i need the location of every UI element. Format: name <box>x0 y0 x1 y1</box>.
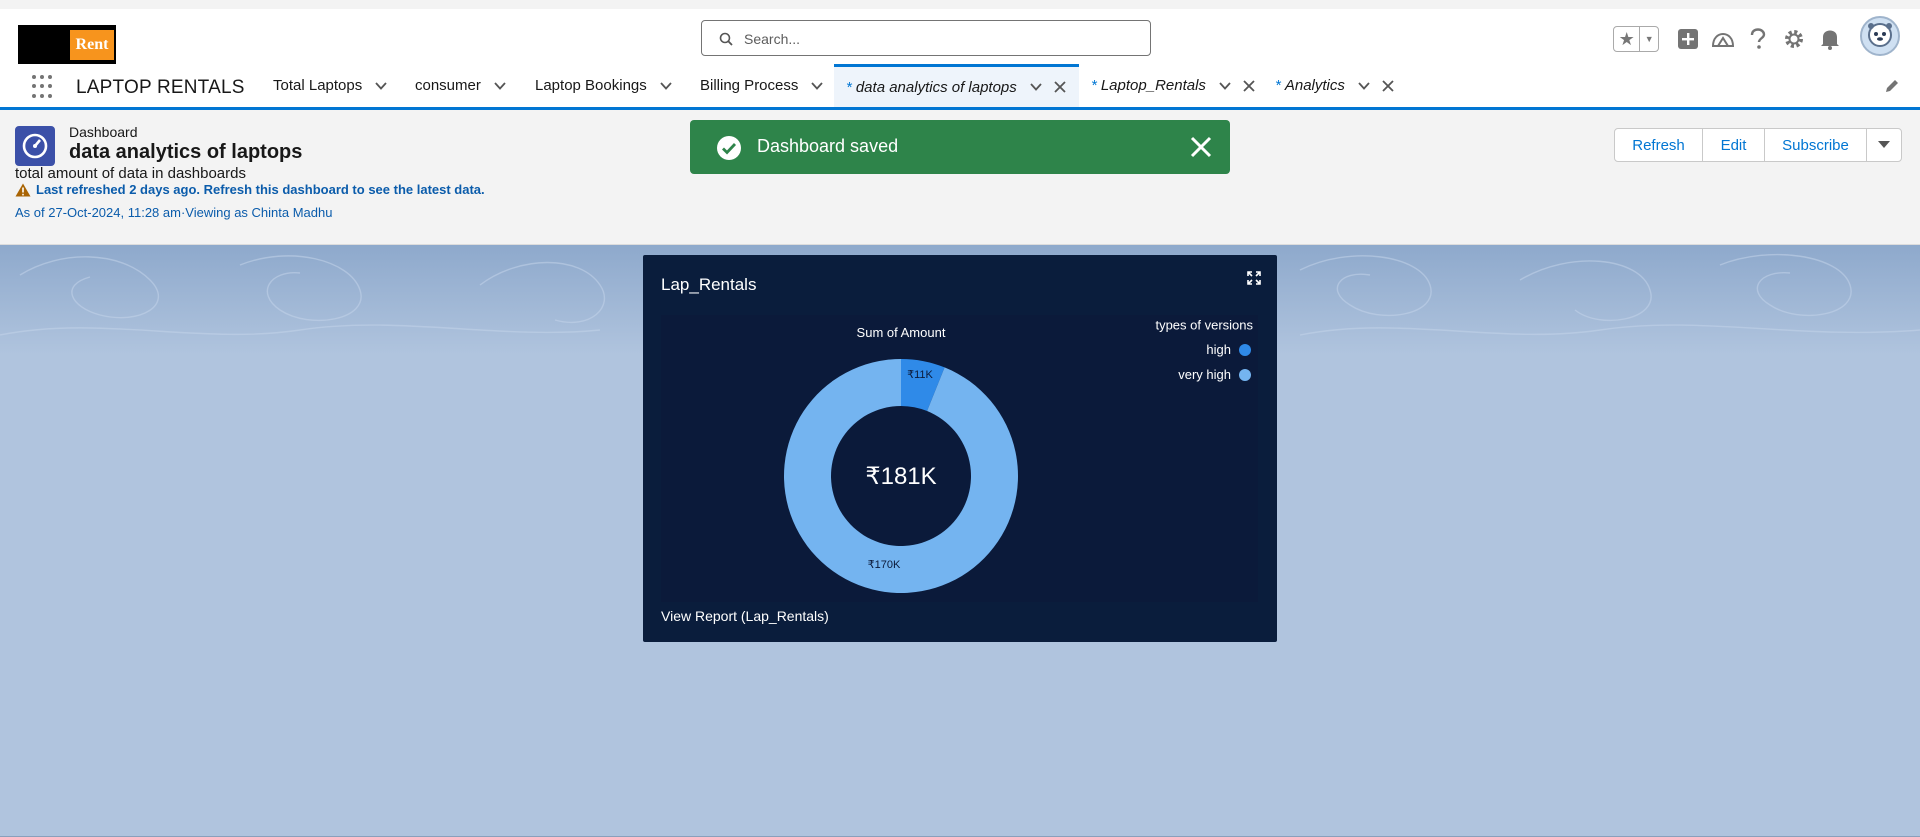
notifications-button[interactable] <box>1816 25 1844 53</box>
chevron-down-icon[interactable] <box>810 79 824 93</box>
brand-logo-text: Rent <box>70 30 114 60</box>
legend-swatch <box>1239 369 1251 381</box>
donut-chart-container: Sum of Amount ₹181K ₹11K ₹170K types of v… <box>661 315 1258 602</box>
more-actions-button[interactable] <box>1867 129 1901 161</box>
refresh-warning: Last refreshed 2 days ago. Refresh this … <box>15 182 485 197</box>
warning-icon <box>15 183 31 196</box>
app-launcher-icon[interactable] <box>32 75 56 99</box>
bell-icon <box>1821 30 1839 50</box>
refresh-warning-text: Last refreshed 2 days ago. Refresh this … <box>36 182 485 197</box>
chevron-down-icon <box>1878 141 1890 148</box>
star-icon: ★ <box>1614 27 1641 51</box>
donut-chart: Sum of Amount ₹181K ₹11K ₹170K types of v… <box>784 318 1253 593</box>
legend-item-label[interactable]: very high <box>1178 367 1231 382</box>
chevron-down-icon[interactable]: ▼ <box>1640 27 1658 51</box>
trailhead-icon <box>1711 32 1735 47</box>
tab-laptop-bookings[interactable]: Laptop Bookings <box>535 64 673 107</box>
close-icon[interactable] <box>1190 136 1212 158</box>
success-toast: Dashboard saved <box>690 120 1230 174</box>
widget-title: Lap_Rentals <box>661 275 757 294</box>
tab-analytics[interactable]: * Analytics <box>1275 64 1395 107</box>
toast-message: Dashboard saved <box>757 136 899 156</box>
search-icon <box>719 32 733 46</box>
legend-swatch <box>1239 344 1251 356</box>
page-title: data analytics of laptops <box>69 141 303 163</box>
subscribe-button[interactable]: Subscribe <box>1765 129 1867 161</box>
chevron-down-icon[interactable] <box>659 79 673 93</box>
favorites-button[interactable]: ★ ▼ <box>1613 26 1659 52</box>
search-input[interactable] <box>744 27 1134 51</box>
dashboard-icon <box>15 126 55 166</box>
help-button[interactable] <box>1744 25 1772 53</box>
close-icon[interactable] <box>1242 79 1256 93</box>
chart-title: Sum of Amount <box>857 325 946 340</box>
success-check-icon <box>717 136 741 160</box>
global-search[interactable] <box>701 20 1151 56</box>
user-avatar[interactable] <box>1860 16 1900 56</box>
tab-data-analytics-of-laptops[interactable]: * data analytics of laptops <box>834 64 1079 107</box>
expand-icon[interactable] <box>1247 271 1261 285</box>
chevron-down-icon[interactable] <box>493 79 507 93</box>
legend-item-label[interactable]: high <box>1206 342 1231 357</box>
app-navigation-bar: LAPTOP RENTALS Total Laptops consumer La… <box>0 64 1920 110</box>
edit-button[interactable]: Edit <box>1703 129 1765 161</box>
view-report-link[interactable]: View Report (Lap_Rentals) <box>661 608 829 624</box>
as-of-viewing-as: As of 27-Oct-2024, 11:28 am·Viewing as C… <box>15 205 333 220</box>
chevron-down-icon[interactable] <box>1218 79 1232 93</box>
setup-button[interactable] <box>1780 25 1808 53</box>
help-icon <box>1750 28 1766 49</box>
close-icon[interactable] <box>1053 80 1067 94</box>
close-icon[interactable] <box>1381 79 1395 93</box>
tab-laptop-rentals[interactable]: * Laptop_Rentals <box>1091 64 1256 107</box>
chevron-down-icon[interactable] <box>1357 79 1371 93</box>
tab-consumer[interactable]: consumer <box>415 64 507 107</box>
add-icon <box>1678 29 1698 49</box>
legend-title: types of versions <box>1155 318 1253 333</box>
chevron-down-icon[interactable] <box>1029 80 1043 94</box>
trailhead-button[interactable] <box>1709 25 1737 53</box>
chevron-down-icon[interactable] <box>374 79 388 93</box>
dashboard-actions: Refresh Edit Subscribe <box>1614 128 1902 162</box>
avatar-icon <box>1862 18 1898 54</box>
dashboard-widget-lap-rentals: Lap_Rentals Sum of Amount ₹181K ₹11K ₹170… <box>643 255 1277 642</box>
slice-value-label: ₹11K <box>907 369 933 381</box>
app-name: LAPTOP RENTALS <box>76 77 245 98</box>
dashboard-description: total amount of data in dashboards <box>15 165 246 182</box>
slice-value-label: ₹170K <box>868 559 901 571</box>
refresh-button[interactable]: Refresh <box>1615 129 1703 161</box>
tab-total-laptops[interactable]: Total Laptops <box>273 64 388 107</box>
donut-center-label: ₹181K <box>865 463 936 490</box>
edit-nav-pencil-icon[interactable] <box>1884 78 1900 94</box>
gear-icon <box>1785 30 1803 48</box>
tab-billing-process[interactable]: Billing Process <box>700 64 824 107</box>
object-type-label: Dashboard <box>69 124 138 140</box>
brand-logo[interactable]: Rent <box>18 25 116 69</box>
global-actions-button[interactable] <box>1674 25 1702 53</box>
